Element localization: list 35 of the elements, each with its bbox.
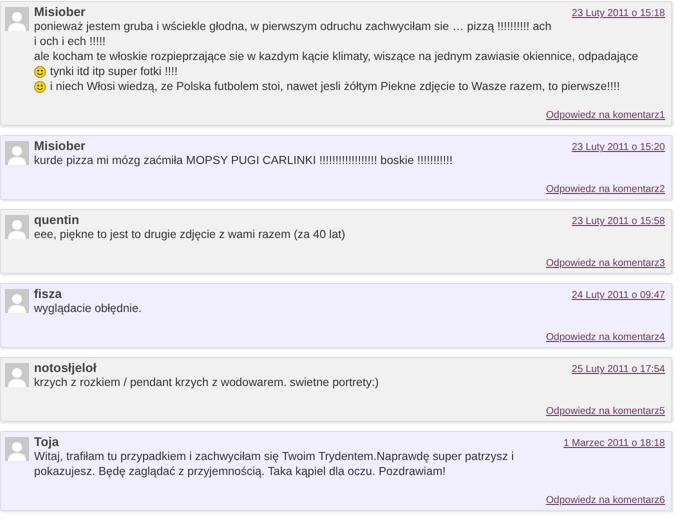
- date-link[interactable]: 24 Luty 2011 o 09:47: [572, 290, 665, 301]
- comment-text: i niech Włosi wiedzą, ze Polska futbolem stoi, nawet jesli żółtym Piekne zdjęcie to Wasze razem, to pierwsze!!!!: [50, 79, 620, 94]
- avatar-icon: [5, 363, 29, 387]
- comment-text: Witaj, trafiłam tu przypadkiem i zachwyciłam się Twoim Trydentem.Naprawdę super patrzysz i: [34, 449, 514, 464]
- reply-link[interactable]: Odpowiedz na komentarz2: [546, 184, 665, 195]
- comment-text: ponieważ jestem gruba i wściekle głodna, w pierwszym odruchu zachwyciłam sie … pizzą !!!!!!!!!! ach: [34, 19, 552, 34]
- author-name: Toja: [34, 435, 59, 449]
- comment-text: i och i ech !!!!!: [34, 34, 106, 49]
- comment-text: krzych z rozkiem / pendant krzych z wodowarem. swietne portrety:): [34, 375, 379, 390]
- comment-text: pokazujesz. Będę zaglądać z przyjemnością. Taka kąpiel dla oczu. Pozdrawiam!: [34, 464, 446, 479]
- date-link[interactable]: 23 Luty 2011 o 15:58: [572, 216, 665, 227]
- avatar-icon: [5, 7, 29, 31]
- date-link[interactable]: 1 Marzec 2011 o 18:18: [563, 438, 665, 449]
- avatar-icon: [5, 289, 29, 313]
- comment-text: eee, piękne to jest to drugie zdjęcie z wami razem (za 40 lat): [34, 227, 346, 242]
- comment-text: kurde pizza mi mózg zaćmiła MOPSY PUGI CARLINKI !!!!!!!!!!!!!!!!!! boskie !!!!!!!!!!!: [34, 153, 453, 168]
- date-link[interactable]: 23 Luty 2011 o 15:20: [572, 142, 665, 153]
- avatar-icon: [5, 437, 29, 461]
- avatar-icon: [5, 141, 29, 165]
- comment-text: wyglądacie obłędnie.: [34, 301, 142, 316]
- avatar-icon: [5, 215, 29, 239]
- comment-text: tynki itd itp super fotki !!!!: [50, 64, 178, 79]
- reply-link[interactable]: Odpowiedz na komentarz5: [546, 406, 665, 417]
- author-name: fisza: [34, 287, 62, 301]
- author-name: Misiober: [34, 139, 86, 153]
- author-name: notosłjeloł: [34, 361, 96, 375]
- date-link[interactable]: 25 Luty 2011 o 17:54: [572, 364, 665, 375]
- comment-text: ale kocham te włoskie rozpieprzające sie w kazdym kącie klimaty, wiszące na jednym zawiasie okiennice, odpadające: [34, 49, 638, 64]
- reply-link[interactable]: Odpowiedz na komentarz4: [546, 332, 665, 343]
- author-name: Misiober: [34, 5, 86, 19]
- reply-link[interactable]: Odpowiedz na komentarz6: [546, 495, 665, 506]
- author-name: quentin: [34, 213, 80, 227]
- reply-link[interactable]: Odpowiedz na komentarz3: [546, 258, 665, 269]
- date-link[interactable]: 23 Luty 2011 o 15:18: [572, 8, 665, 19]
- reply-link[interactable]: Odpowiedz na komentarz1: [546, 110, 665, 121]
